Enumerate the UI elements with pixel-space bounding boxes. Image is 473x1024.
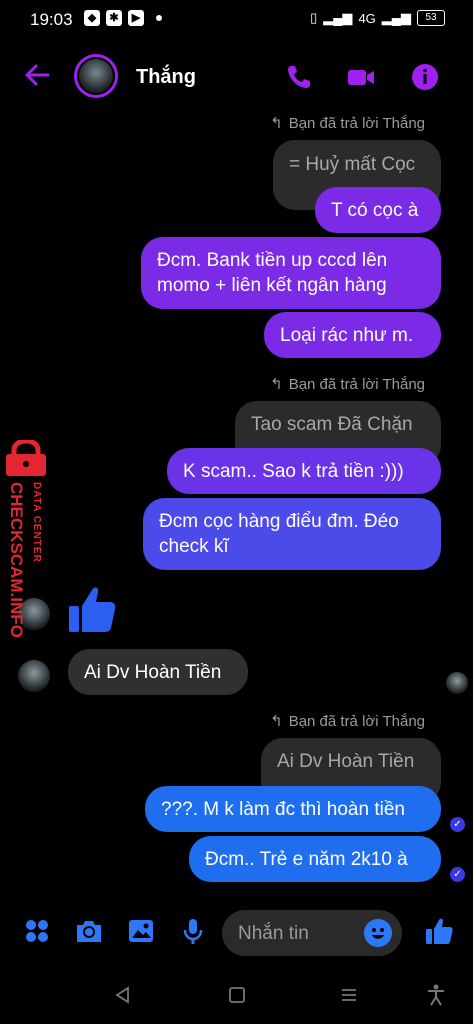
nav-home-icon[interactable] (228, 986, 246, 1004)
gallery-icon[interactable] (126, 916, 156, 946)
reply-label-3: ↰ Bạn đã trả lời Thắng (270, 712, 425, 731)
app-notification-icon: ✱ (106, 10, 122, 26)
delivered-check-icon: ✓ (450, 867, 465, 882)
message-bubble[interactable]: Đcm cọc hàng điểu đm. Đéo check kĩ (143, 498, 441, 570)
gamepad-icon: ◆ (84, 10, 100, 26)
nav-recents-icon[interactable] (340, 986, 358, 1004)
message-bubble[interactable]: K scam.. Sao k trả tiền :))) (167, 448, 441, 494)
message-bubble[interactable]: T có cọc à (315, 187, 441, 233)
vibrate-icon: ▯ (310, 10, 318, 25)
nav-back-icon[interactable] (114, 986, 132, 1004)
microphone-icon[interactable] (178, 916, 208, 946)
lock-icon (6, 440, 46, 476)
like-icon[interactable] (424, 916, 454, 946)
seen-avatar (446, 672, 468, 694)
notification-icons: ◆ ✱ ▶ (84, 10, 162, 26)
watermark-title: CHECKSCAM.INFO (7, 482, 26, 638)
watermark: DATA CENTER CHECKSCAM.INFO (2, 440, 50, 670)
delivered-check-icon: ✓ (450, 817, 465, 832)
network-type: 4G (358, 10, 376, 26)
thumbs-up-icon (69, 587, 116, 632)
contact-avatar[interactable] (74, 54, 118, 98)
info-icon[interactable] (410, 62, 440, 92)
message-bubble[interactable]: ???. M k làm đc thì hoàn tiền (145, 786, 441, 832)
incoming-message-bubble[interactable]: Ai Dv Hoàn Tiền (68, 649, 248, 695)
more-apps-icon[interactable] (22, 916, 52, 946)
system-navigation-bar (0, 972, 473, 1024)
message-input-placeholder: Nhắn tin (238, 923, 309, 944)
message-bubble[interactable]: Đcm. Bank tiền up cccd lên momo + liên k… (141, 237, 441, 309)
camera-icon[interactable] (74, 916, 104, 946)
reply-arrow-icon: ↰ (270, 115, 283, 132)
back-arrow-icon[interactable] (22, 60, 52, 90)
reply-label-2: ↰ Bạn đã trả lời Thắng (270, 375, 425, 394)
video-call-icon[interactable] (346, 62, 376, 92)
emoji-icon[interactable] (364, 919, 392, 947)
watermark-subtitle: DATA CENTER (31, 482, 42, 563)
contact-name[interactable]: Thắng (136, 66, 196, 89)
reply-label-1: ↰ Bạn đã trả lời Thắng (270, 114, 425, 133)
youtube-icon: ▶ (128, 10, 144, 26)
status-time: 19:03 (30, 10, 73, 29)
battery-icon: 53 (417, 10, 445, 26)
reply-arrow-icon: ↰ (270, 713, 283, 730)
message-composer: Nhắn tin (0, 902, 473, 962)
message-input[interactable]: Nhắn tin (222, 910, 402, 956)
avatar-image (79, 59, 113, 93)
chat-header: Thắng (0, 48, 473, 112)
more-notifications-icon (156, 15, 162, 21)
signal-icon-2: ▂▄▆ (381, 10, 411, 25)
signal-icon: ▂▄▆ (323, 10, 353, 25)
accessibility-icon[interactable] (426, 984, 446, 1006)
status-bar: 19:03 ◆ ✱ ▶ ▯ ▂▄▆ 4G ▂▄▆ 53 (0, 0, 473, 40)
message-bubble[interactable]: Loại rác như m. (264, 312, 441, 358)
reply-arrow-icon: ↰ (270, 376, 283, 393)
system-icons: ▯ ▂▄▆ 4G ▂▄▆ 53 (310, 10, 445, 26)
message-bubble[interactable]: Đcm.. Trẻ e năm 2k10 à (189, 836, 441, 882)
phone-icon[interactable] (284, 62, 314, 92)
